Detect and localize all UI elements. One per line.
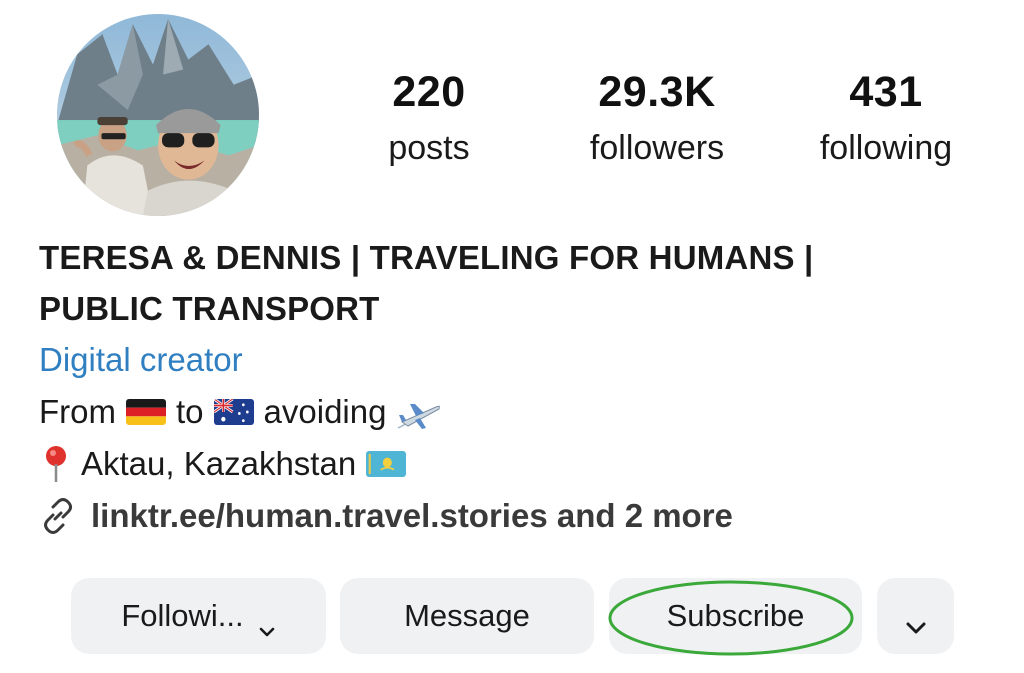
profile-avatar[interactable]: [57, 14, 259, 216]
germany-flag-icon: [126, 399, 166, 425]
stat-following[interactable]: 431 following: [802, 68, 970, 170]
chevron-down-icon: [258, 610, 276, 637]
bio-to-text: to: [176, 393, 204, 430]
posts-label: posts: [388, 129, 470, 167]
profile-name-line-2: PUBLIC TRANSPORT: [39, 290, 380, 327]
following-label: following: [819, 129, 953, 167]
stat-posts[interactable]: 220 posts: [370, 68, 488, 170]
kazakhstan-flag-icon: [366, 451, 407, 477]
location-pin-icon: [41, 444, 71, 484]
followers-count: 29.3K: [598, 68, 716, 116]
suggested-accounts-button[interactable]: [877, 578, 954, 654]
bio-link-text[interactable]: linktr.ee/human.travel.stories and 2 mor…: [91, 490, 733, 542]
bio-link-line[interactable]: linktr.ee/human.travel.stories and 2 mor…: [39, 490, 999, 542]
profile-photo: [57, 14, 259, 216]
following-button-label: Followi...: [121, 598, 244, 633]
profile-bio: TERESA & DENNIS | TRAVELING FOR HUMANS |…: [39, 232, 999, 542]
message-button-label: Message: [404, 598, 530, 633]
bio-avoiding-text: avoiding: [263, 393, 387, 430]
chevron-down-icon: [904, 608, 928, 634]
profile-stats: 220 posts 29.3K followers 431 following: [340, 68, 1000, 178]
bio-from-text: From: [39, 393, 116, 430]
posts-count: 220: [392, 68, 466, 116]
following-button[interactable]: Followi...: [71, 578, 326, 654]
profile-category[interactable]: Digital creator: [39, 334, 999, 386]
message-button[interactable]: Message: [340, 578, 594, 654]
bio-location-line: Aktau, Kazakhstan: [39, 438, 999, 490]
profile-name-line-1: TERESA & DENNIS | TRAVELING FOR HUMANS |: [39, 239, 814, 276]
bio-location-text: Aktau, Kazakhstan: [81, 445, 357, 482]
followers-label: followers: [589, 129, 725, 167]
link-icon: [39, 497, 77, 535]
australia-flag-icon: [213, 399, 254, 425]
stat-followers[interactable]: 29.3K followers: [572, 68, 742, 170]
bio-from-line: From to avoiding: [39, 386, 999, 438]
subscribe-button[interactable]: Subscribe: [609, 578, 862, 654]
subscribe-button-label: Subscribe: [666, 598, 805, 633]
following-count: 431: [849, 68, 923, 116]
airplane-icon: [396, 395, 442, 429]
